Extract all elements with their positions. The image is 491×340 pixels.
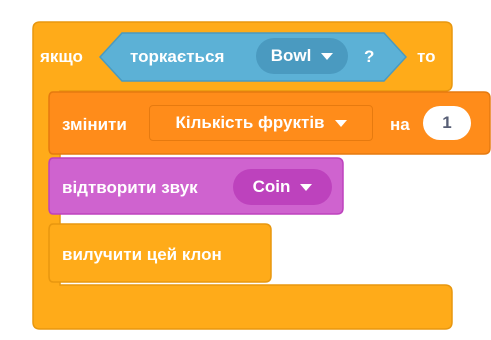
variable-dropdown[interactable]: Кількість фруктів [149, 105, 373, 141]
change-amount-input[interactable]: 1 [423, 106, 471, 140]
play-sound-label: відтворити звук [62, 178, 198, 197]
then-label: то [417, 47, 436, 66]
change-amount-value: 1 [442, 113, 452, 132]
touching-label: торкається [130, 47, 225, 66]
sound-dropdown-value: Coin [252, 177, 291, 196]
chevron-down-icon [300, 183, 313, 191]
by-label: на [390, 115, 410, 134]
touching-target-dropdown[interactable]: Bowl [256, 38, 348, 74]
delete-clone-label: вилучити цей клон [62, 245, 222, 264]
chevron-down-icon [334, 119, 347, 127]
change-label: змінити [62, 115, 127, 134]
script-canvas: якщо торкається Bowl ? то змінити Кількі… [0, 0, 491, 340]
chevron-down-icon [321, 52, 334, 60]
sound-dropdown[interactable]: Coin [233, 169, 332, 205]
touching-target-value: Bowl [270, 46, 312, 65]
question-mark: ? [364, 47, 375, 66]
if-label: якщо [40, 47, 83, 66]
variable-dropdown-value: Кількість фруктів [175, 113, 325, 132]
